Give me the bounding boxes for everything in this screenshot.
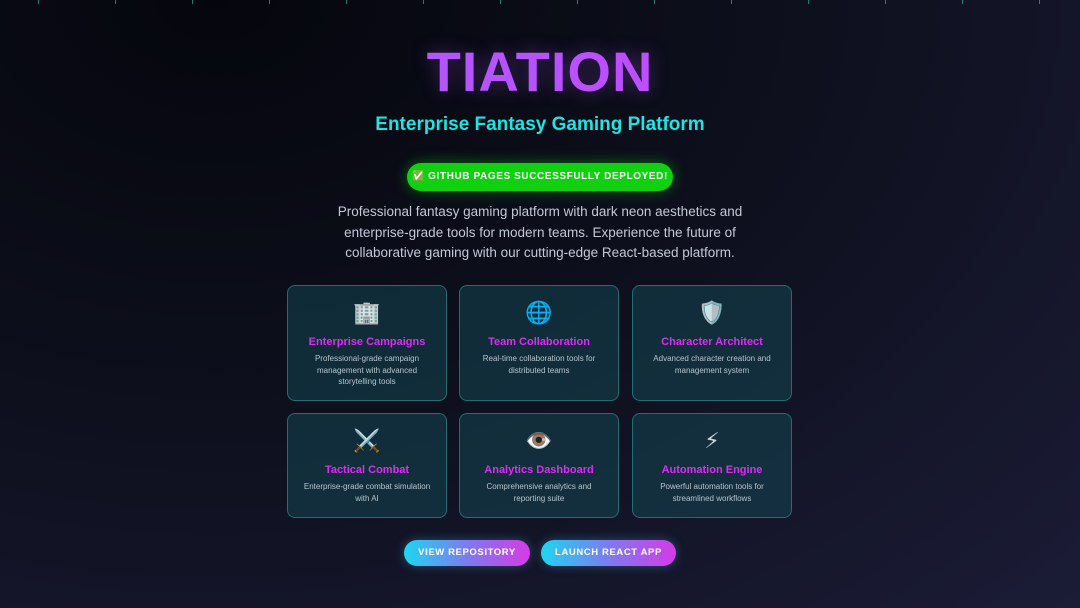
view-repository-button[interactable]: VIEW REPOSITORY [404,540,530,566]
feature-title: Tactical Combat [324,464,410,476]
brand-title: TIATION [0,40,1080,104]
office-building-icon: 🏢 [353,300,381,325]
eye-icon: 👁️ [525,428,553,453]
feature-description: Enterprise-grade combat simulation with … [303,482,431,503]
feature-description: Advanced character creation and manageme… [653,354,771,375]
feature-card-automation-engine: ⚡ Automation Engine Powerful automation … [632,413,792,518]
feature-description: Professional-grade campaign management w… [314,354,420,386]
feature-card-character-architect: 🛡️ Character Architect Advanced characte… [632,285,792,401]
feature-description: Powerful automation tools for streamline… [660,482,764,503]
feature-title: Analytics Dashboard [484,464,594,476]
feature-description: Comprehensive analytics and reporting su… [486,482,592,503]
deployment-status-badge: ✅ GITHUB PAGES SUCCESSFULLY DEPLOYED! [407,163,673,191]
page-subtitle: Enterprise Fantasy Gaming Platform [375,114,705,135]
check-mark-icon: ✅ [412,171,426,182]
feature-title: Automation Engine [661,464,763,476]
landing-page: TIATION Enterprise Fantasy Gaming Platfo… [0,0,1080,608]
crossed-swords-icon: ⚔️ [353,428,381,453]
feature-card-analytics-dashboard: 👁️ Analytics Dashboard Comprehensive ana… [459,413,619,518]
lightning-icon: ⚡ [704,428,720,453]
deployment-status-text: GITHUB PAGES SUCCESSFULLY DEPLOYED! [428,171,668,182]
launch-react-app-button[interactable]: LAUNCH REACT APP [541,540,676,566]
platform-description: Professional fantasy gaming platform wit… [337,204,743,260]
globe-icon: 🌐 [525,300,553,325]
feature-card-enterprise-campaigns: 🏢 Enterprise Campaigns Professional-grad… [287,285,447,401]
feature-card-tactical-combat: ⚔️ Tactical Combat Enterprise-grade comb… [287,413,447,518]
feature-title: Character Architect [661,336,763,348]
shield-icon: 🛡️ [698,300,726,325]
feature-description: Real-time collaboration tools for distri… [482,354,596,375]
feature-title: Team Collaboration [488,336,590,348]
feature-card-team-collaboration: 🌐 Team Collaboration Real-time collabora… [459,285,619,401]
feature-title: Enterprise Campaigns [308,336,426,348]
